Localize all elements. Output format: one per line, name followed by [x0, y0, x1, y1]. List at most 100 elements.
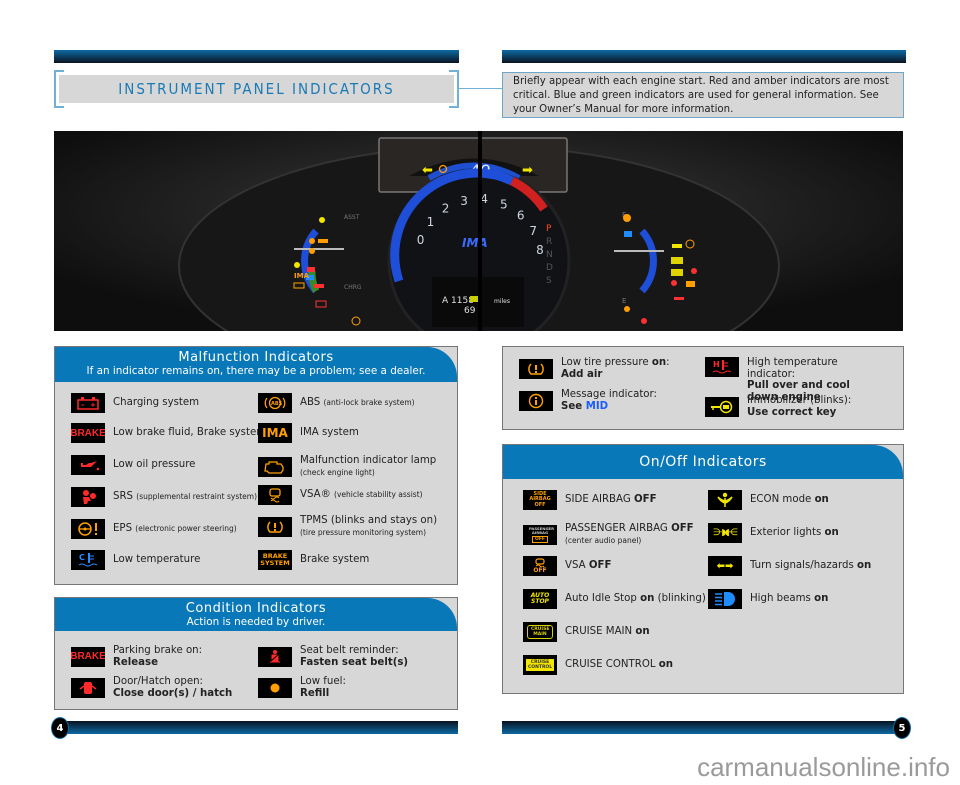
indicator-auto-idle-stop: AUTO STOP Auto Idle Stop on (blinking): [523, 589, 706, 609]
tach-label: 6: [517, 208, 525, 222]
turn-signals-icon: ⬅➡: [708, 556, 742, 576]
page-number-right: 5: [893, 717, 911, 739]
section-title: INSTRUMENT PANEL INDICATORS: [54, 70, 459, 108]
mid-link: MID: [585, 400, 609, 412]
econ-icon: [708, 490, 742, 510]
exterior-lights-icon: ⋺◗◖⋲: [708, 523, 742, 543]
indicator-vsa: VSA® (vehicle stability assist): [258, 485, 423, 505]
svg-text:miles: miles: [494, 298, 510, 305]
condition-subtitle: Action is needed by driver.: [186, 616, 326, 628]
indicator-abs: ABS ABS (anti-lock brake system): [258, 393, 415, 413]
brake-text-icon: BRAKE: [71, 646, 105, 667]
bottom-bar-right: [502, 721, 898, 734]
vsa-icon: [258, 485, 292, 505]
oil-can-icon: [71, 455, 105, 475]
indicator-high-beams: High beams on: [708, 589, 828, 609]
tach-label: 5: [500, 197, 508, 211]
battery-icon: – +: [71, 393, 105, 413]
top-bar-right: [502, 50, 906, 63]
indicator-exterior-lights: ⋺◗◖⋲ Exterior lights on: [708, 523, 839, 543]
onoff-panel: On/Off Indicators SIDE AIRBAG OFF SIDE A…: [502, 444, 904, 694]
tach-label: 7: [529, 224, 537, 238]
indicator-side-airbag-off: SIDE AIRBAG OFF SIDE AIRBAG OFF: [523, 490, 657, 510]
indicator-tpms: TPMS (blinks and stays on) (tire pressure…: [258, 515, 437, 538]
auto-stop-icon: AUTO STOP: [523, 589, 557, 609]
bottom-bar-left: [62, 721, 458, 734]
title-box: INSTRUMENT PANEL INDICATORS: [59, 75, 454, 103]
indicator-message: Message indicator: See MID: [519, 389, 657, 412]
tach-label: 1: [427, 215, 435, 229]
indicator-immobilizer: Immobilizer (blinks): Use correct key: [705, 395, 851, 418]
indicator-oil-pressure: Low oil pressure: [71, 455, 195, 475]
seatbelt-icon: [258, 646, 292, 667]
gear-label: D: [546, 263, 553, 273]
brake-text-icon: BRAKE: [71, 423, 105, 443]
dashboard-illustration: ⬅ ➡ 49 012345678 PRNDS IMA A 1158 miles …: [54, 131, 903, 331]
connector-line: [459, 88, 503, 89]
mid-left-arrow: ⬅: [422, 163, 433, 178]
airbag-icon: [71, 487, 105, 507]
coolant-temp-low-icon: C: [71, 550, 105, 570]
tach-label: 2: [442, 202, 450, 216]
top-bar-left: [54, 50, 459, 63]
indicator-low-temp: C Low temperature: [71, 550, 200, 570]
indicator-eps: EPS (electronic power steering): [71, 519, 237, 539]
passenger-airbag-off-icon: PASSENGER AIRBAG OFF: [523, 524, 557, 545]
tach-label: 3: [460, 194, 468, 208]
page-title: INSTRUMENT PANEL INDICATORS: [118, 80, 395, 98]
tpms-icon: [519, 358, 553, 379]
immobilizer-key-icon: [705, 396, 739, 417]
malfunction-panel: Malfunction Indicators If an indicator r…: [54, 346, 458, 585]
page-number-left: 4: [51, 717, 69, 739]
indicator-door-open: Door/Hatch open: Close door(s) / hatch: [71, 676, 232, 699]
gear-label: R: [546, 237, 552, 247]
indicator-low-tire-pressure: Low tire pressure on: Add air: [519, 357, 670, 380]
condition-panel: Condition Indicators Action is needed by…: [54, 597, 458, 710]
watermark: carmanualsonline.info: [697, 752, 950, 782]
dashboard-image: ⬅ ➡ 49 012345678 PRNDS IMA A 1158 miles …: [54, 131, 903, 331]
indicator-brake-fluid: BRAKE Low brake fluid, Brake system: [71, 423, 266, 443]
tach-label: 8: [536, 243, 544, 257]
svg-text:–: –: [81, 401, 85, 409]
cruise-control-icon: CRUISE CONTROL: [523, 655, 557, 675]
condition-title: Condition Indicators: [185, 601, 327, 616]
coolant-temp-high-icon: H: [705, 357, 739, 377]
gear-label: P: [546, 224, 552, 234]
svg-text:C: C: [79, 553, 85, 562]
vsa-off-icon: OFF: [523, 556, 557, 576]
indicator-passenger-airbag-off: PASSENGER AIRBAG OFF PASSENGER AIRBAG OF…: [523, 523, 694, 546]
indicator-cruise-control: CRUISE CONTROL CRUISE CONTROL on: [523, 655, 673, 675]
indicator-turn-signals: ⬅➡ Turn signals/hazards on: [708, 556, 871, 576]
indicator-econ: ECON mode on: [708, 490, 829, 510]
malfunction-header: Malfunction Indicators If an indicator r…: [55, 347, 457, 382]
indicator-charging: – + Charging system: [71, 393, 199, 413]
svg-text:IMA: IMA: [294, 272, 310, 280]
high-beam-icon: [708, 589, 742, 609]
svg-text:+: +: [90, 401, 96, 409]
indicator-low-fuel: Low fuel: Refill: [258, 676, 346, 699]
indicator-brake-system: BRAKE SYSTEM Brake system: [258, 550, 369, 570]
mid-right-arrow: ➡: [522, 163, 533, 178]
info-icon: [519, 390, 553, 411]
range: 69: [464, 306, 476, 316]
malfunction-title: Malfunction Indicators: [178, 350, 334, 365]
door-open-icon: [71, 677, 105, 698]
malfunction-subtitle: If an indicator remains on, there may be…: [86, 365, 426, 377]
gear-label: N: [546, 250, 553, 260]
svg-text:H: H: [713, 360, 720, 369]
svg-text:E: E: [622, 297, 626, 305]
low-fuel-icon: [258, 677, 292, 698]
brake-system-text-icon: BRAKE SYSTEM: [258, 550, 292, 570]
indicator-vsa-off: OFF VSA OFF: [523, 556, 611, 576]
indicator-srs: SRS (supplemental restraint system): [71, 487, 257, 507]
gear-label: S: [546, 276, 552, 286]
side-airbag-off-icon: SIDE AIRBAG OFF: [523, 490, 557, 510]
tach-label: 0: [417, 233, 425, 247]
svg-text:ASST: ASST: [344, 214, 360, 221]
intro-text: Briefly appear with each engine start. R…: [502, 72, 904, 118]
tpms-icon: [258, 516, 292, 537]
indicator-ima: IMA IMA system: [258, 423, 359, 443]
indicator-parking-brake: BRAKE Parking brake on: Release: [71, 645, 203, 668]
cruise-main-icon: CRUISE MAIN: [523, 622, 557, 642]
steering-warning-icon: [71, 519, 105, 539]
